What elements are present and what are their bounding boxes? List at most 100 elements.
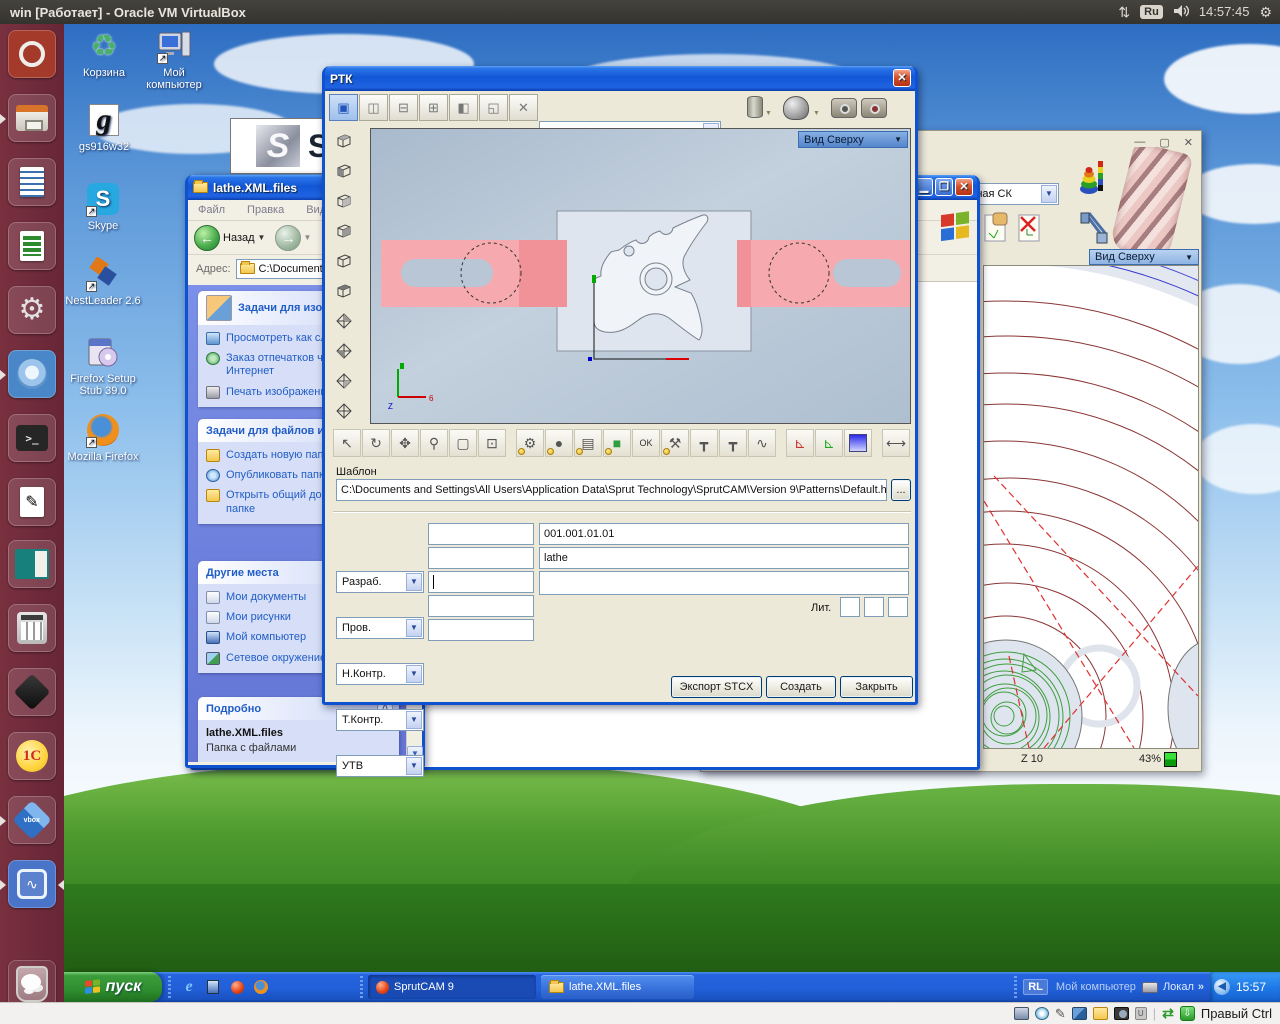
host-clock[interactable]: 14:57:45 <box>1199 0 1250 24</box>
auto-resize-icon[interactable]: ⇩ <box>1179 1006 1195 1021</box>
view-none-button[interactable]: ✕ <box>509 94 538 121</box>
chevron-down-icon[interactable]: ▼ <box>1041 185 1057 203</box>
quicklaunch-firefox-icon[interactable] <box>252 978 270 996</box>
template-path-input[interactable]: C:\Documents and Settings\All Users\Appl… <box>336 479 887 501</box>
name-input-tkontr[interactable] <box>428 595 534 617</box>
tray-drive-icon[interactable] <box>1141 981 1158 993</box>
show-tool-icon[interactable]: ┳ <box>690 429 718 457</box>
desktop-icon-nestleader[interactable]: ↗ NestLeader 2.6 <box>64 256 142 307</box>
zoom-extents-icon[interactable]: ⊡ <box>478 429 506 457</box>
show-machine-icon[interactable]: ⚙ <box>516 429 544 457</box>
task-button-sprutcam[interactable]: SprutCAM 9 <box>368 975 536 999</box>
chevron-down-icon[interactable]: ▼ <box>406 619 422 637</box>
quicklaunch-sprutcam-icon[interactable] <box>228 978 246 996</box>
zoom-icon[interactable]: ⚲ <box>420 429 448 457</box>
rtk-viewport[interactable]: Z 6 Вид Сверху ▼ <box>370 128 911 424</box>
name-input-utv[interactable] <box>428 619 534 641</box>
view-split2-button[interactable]: ◫ <box>359 94 388 121</box>
show-part-icon[interactable]: ■ <box>603 429 631 457</box>
launcher-item-1c[interactable]: 1С <box>8 732 56 780</box>
display-icon[interactable] <box>1113 1007 1129 1020</box>
show-local-axes-icon[interactable]: ⊾ <box>815 429 843 457</box>
view-iso4-icon[interactable] <box>331 398 357 424</box>
rtk-view-combo[interactable]: Вид Сверху ▼ <box>798 131 908 148</box>
keyboard-layout-indicator[interactable]: Ru <box>1140 5 1163 19</box>
launcher-item-files[interactable] <box>0 94 56 142</box>
quicklaunch-ie-icon[interactable]: e <box>180 978 198 996</box>
export-stcx-button[interactable]: Экспорт STCX <box>671 676 762 698</box>
close-button[interactable]: Закрыть <box>840 676 913 698</box>
shared-folder-icon[interactable] <box>1092 1007 1108 1020</box>
maximize-icon[interactable]: ❐ <box>935 178 953 196</box>
role-combo-razrab[interactable]: Разраб. ▼ <box>336 571 424 593</box>
browse-button[interactable]: ... <box>891 479 911 501</box>
show-axes-icon[interactable]: ⊾ <box>786 429 814 457</box>
session-gear-icon[interactable]: ⚙ <box>1259 0 1272 24</box>
forward-button-icon[interactable]: → <box>275 224 302 251</box>
chevron-down-icon[interactable]: ▼ <box>406 757 422 775</box>
launcher-item-media-app[interactable] <box>8 540 56 588</box>
doc-code-input[interactable]: 001.001.01.01 <box>539 523 909 545</box>
usb-icon[interactable]: U <box>1134 1007 1147 1020</box>
workpiece-cylinder-icon[interactable] <box>747 96 763 118</box>
menu-file[interactable]: Файл <box>198 204 225 216</box>
language-indicator[interactable]: RL <box>1023 979 1048 995</box>
desktop-icon-recycle-bin[interactable]: ♻ Корзина <box>65 28 143 80</box>
desktop-icon-gs916w32[interactable]: g gs916w32 <box>65 102 143 153</box>
quicklaunch-desktop-icon[interactable] <box>204 978 222 996</box>
workpiece-sphere-icon[interactable] <box>783 96 809 120</box>
tray-chevron[interactable]: » <box>1198 981 1204 993</box>
hdd-icon[interactable] <box>1013 1007 1029 1020</box>
desktop-icon-firefox[interactable]: ↗ Mozilla Firefox <box>64 412 142 463</box>
launcher-item-calc[interactable] <box>8 222 56 270</box>
desktop-icon-skype[interactable]: S ↗ Skype <box>64 181 142 232</box>
desktop-icon-my-computer[interactable]: ↗ Мой компьютер <box>135 28 213 91</box>
chevron-down-icon[interactable]: ▼ <box>406 573 422 591</box>
start-button[interactable]: пуск <box>64 972 162 1002</box>
view-left-icon[interactable] <box>331 248 357 274</box>
chevron-down-icon[interactable]: ▼ <box>765 110 772 117</box>
show-fixtures-icon[interactable]: ⚒ <box>661 429 689 457</box>
show-toolpath-icon[interactable]: ∿ <box>748 429 776 457</box>
select-cursor-icon[interactable]: ↖ <box>333 429 361 457</box>
show-workpiece-icon[interactable]: ● <box>545 429 573 457</box>
view-front-icon[interactable] <box>331 128 357 154</box>
network-activity-icon[interactable]: ⇄ <box>1162 1005 1174 1022</box>
view-back-icon[interactable] <box>331 158 357 184</box>
lit-box-2[interactable] <box>864 597 884 617</box>
back-dropdown-icon[interactable]: ▼ <box>258 233 266 242</box>
view-right-icon[interactable] <box>331 278 357 304</box>
chevron-down-icon[interactable]: ▼ <box>406 711 422 729</box>
launcher-item-chromium[interactable] <box>0 350 56 398</box>
sprutcam-view-combo[interactable]: Вид Сверху ▼ <box>1089 249 1199 265</box>
view-bottom-icon[interactable] <box>331 218 357 244</box>
chevron-down-icon[interactable]: ▼ <box>406 665 422 683</box>
show-result-icon[interactable]: OK <box>632 429 660 457</box>
menu-edit[interactable]: Правка <box>247 204 284 216</box>
create-button[interactable]: Создать <box>766 676 836 698</box>
role-combo-utv[interactable]: УТВ ▼ <box>336 755 424 777</box>
desktop-icon-firefox-setup[interactable]: Firefox Setup Stub 39.0 <box>64 334 142 397</box>
launcher-item-writer[interactable] <box>8 158 56 206</box>
launcher-item-dash[interactable] <box>8 30 56 78</box>
view-iso1-icon[interactable] <box>331 308 357 334</box>
role-combo-nkontr[interactable]: Н.Контр. ▼ <box>336 663 424 685</box>
view-iso3-icon[interactable] <box>331 368 357 394</box>
rtk-titlebar[interactable]: РТК ✕ <box>325 66 915 91</box>
lit-box-1[interactable] <box>840 597 860 617</box>
cd-icon[interactable] <box>1034 1007 1049 1020</box>
role-combo-tkontr[interactable]: Т.Контр. ▼ <box>336 709 424 731</box>
show-stock-icon[interactable]: ▤ <box>574 429 602 457</box>
view-mix1-button[interactable]: ◧ <box>449 94 478 121</box>
camera-record-icon[interactable] <box>861 98 887 118</box>
launcher-item-trash[interactable] <box>8 960 56 1008</box>
name-input-prov[interactable] <box>428 547 534 569</box>
background-color-button[interactable] <box>844 429 872 457</box>
view-single-button[interactable]: ▣ <box>329 94 358 121</box>
view-mix2-button[interactable]: ◱ <box>479 94 508 121</box>
launcher-item-system-monitor[interactable]: ∿ <box>0 860 64 908</box>
back-button-label[interactable]: Назад <box>223 232 255 244</box>
interactive-doc-icon[interactable] <box>983 211 1011 243</box>
launcher-item-inkscape[interactable] <box>8 668 56 716</box>
serial-pen-icon[interactable]: ✎ <box>1055 1006 1066 1022</box>
